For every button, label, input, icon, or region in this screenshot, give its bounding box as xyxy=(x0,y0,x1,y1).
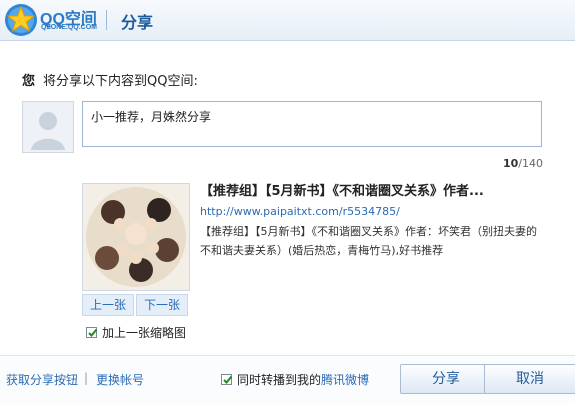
checkbox-checked-icon xyxy=(223,375,233,384)
default-avatar-icon xyxy=(23,102,73,152)
share-prompt: 您将分享以下内容到QQ空间: xyxy=(22,70,198,89)
include-thumbnail-checkbox[interactable] xyxy=(86,327,98,338)
next-thumbnail-button[interactable]: 下一张 xyxy=(136,294,189,316)
prompt-subject: 您 xyxy=(22,74,36,89)
logo-subtext: QZONE.QQ.COM xyxy=(41,24,97,31)
char-count-max: /140 xyxy=(518,157,543,170)
switch-account-link[interactable]: 更换帐号 xyxy=(96,371,144,388)
footer-bar: 获取分享按钮 | 更换帐号 同时转播到我的腾讯微博 分享 取消 xyxy=(0,355,575,404)
tencent-weibo-link[interactable]: 腾讯微博 xyxy=(321,373,369,387)
share-thumbnail xyxy=(82,183,190,291)
share-title: 【推荐组】【5月新书】《不和谐圈叉关系》作者... xyxy=(200,184,484,199)
page-title: 分享 xyxy=(121,13,154,32)
share-description: 【推荐组】【5月新书】《不和谐圈叉关系》作者：坏笑君（别扭夫妻的不和谐夫妻关系）… xyxy=(200,225,537,257)
share-url-link[interactable]: http://www.paipaitxt.com/r5534785/ xyxy=(200,205,400,218)
share-button[interactable]: 分享 xyxy=(400,364,492,394)
include-thumbnail-label: 加上一张缩略图 xyxy=(102,326,187,340)
char-count-current: 10 xyxy=(502,157,519,170)
weibo-repost-checkbox[interactable] xyxy=(221,374,233,385)
weibo-repost-option[interactable]: 同时转播到我的腾讯微博 xyxy=(221,371,369,388)
header-bar: QQ空间 QZONE.QQ.COM 分享 xyxy=(0,0,575,41)
weibo-repost-label: 同时转播到我的腾讯微博 xyxy=(237,371,369,388)
footer-separator: | xyxy=(84,371,89,385)
share-comment-input[interactable] xyxy=(82,101,542,147)
cancel-button[interactable]: 取消 xyxy=(484,364,575,394)
qq-zone-star-logo-icon xyxy=(5,4,37,36)
get-share-button-link[interactable]: 获取分享按钮 xyxy=(6,371,78,388)
weibo-repost-prefix: 同时转播到我的 xyxy=(237,373,322,387)
checkbox-checked-icon xyxy=(88,328,98,337)
thumbnail-image-icon xyxy=(83,184,189,290)
include-thumbnail-option[interactable]: 加上一张缩略图 xyxy=(86,324,186,341)
header-divider xyxy=(106,10,107,30)
prompt-text: 将分享以下内容到QQ空间: xyxy=(43,74,198,89)
avatar xyxy=(22,101,74,153)
prev-thumbnail-button[interactable]: 上一张 xyxy=(82,294,135,316)
char-counter: 10/140 xyxy=(503,157,543,170)
